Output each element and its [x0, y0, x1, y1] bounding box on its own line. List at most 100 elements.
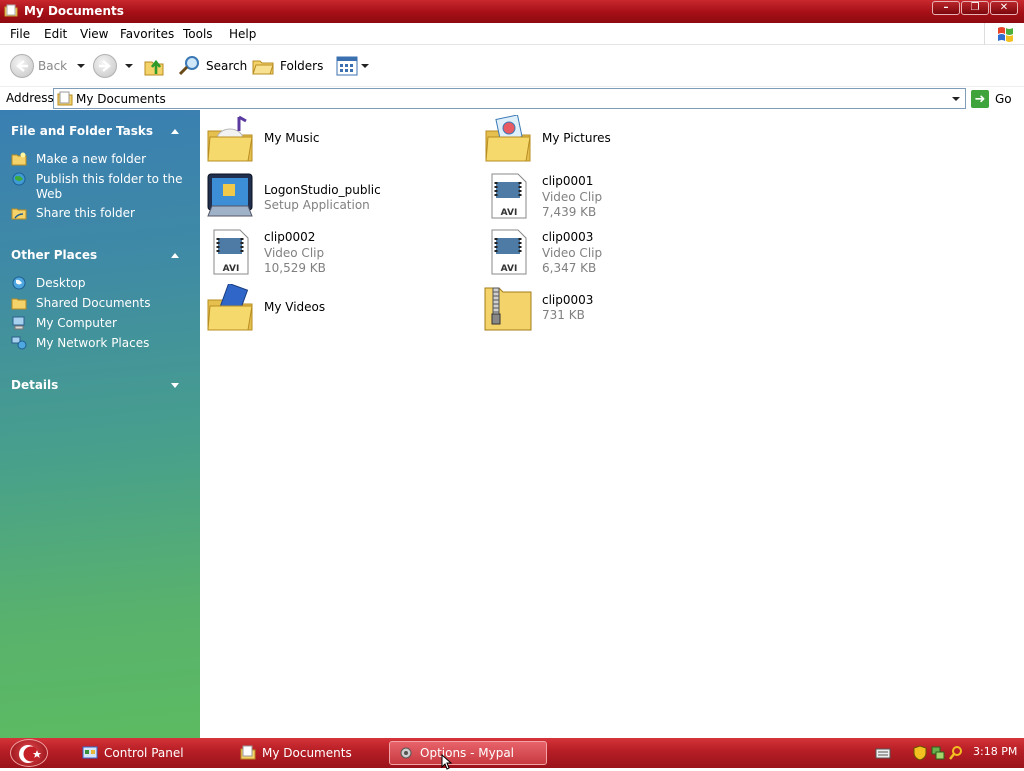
back-button[interactable]: Back [10, 54, 86, 78]
address-value: My Documents [76, 92, 166, 106]
title-bar[interactable]: My Documents – ❐ ✕ [0, 0, 1024, 23]
menu-tools[interactable]: Tools [183, 27, 213, 41]
file-name: LogonStudio_public [264, 183, 381, 197]
back-dropdown-icon[interactable] [77, 64, 86, 68]
my-network-places-link[interactable]: My Network Places [36, 336, 186, 351]
file-type: Video Clip [542, 246, 603, 260]
file-name: clip0003 [542, 293, 594, 307]
security-shield-icon[interactable] [913, 745, 927, 761]
file-name: My Pictures [542, 131, 611, 145]
windows-logo-icon [984, 23, 1024, 45]
publish-folder-link[interactable]: Publish this folder to the Web [36, 172, 186, 202]
shared-documents-link[interactable]: Shared Documents [36, 296, 186, 311]
address-label: Address [6, 91, 54, 105]
taskbar-control-panel[interactable]: Control Panel [74, 741, 224, 765]
file-size: 731 KB [542, 308, 585, 322]
collapse-chevron-icon[interactable] [171, 253, 179, 258]
window-title: My Documents [24, 4, 124, 18]
folders-icon [252, 60, 274, 75]
svg-text:AVI: AVI [501, 208, 518, 218]
other-places-heading[interactable]: Other Places [11, 248, 97, 262]
forward-button[interactable] [93, 54, 133, 78]
task-label: Control Panel [104, 746, 184, 760]
file-name: clip0001 [542, 174, 594, 188]
file-size: 6,347 KB [542, 261, 597, 275]
address-input[interactable]: My Documents [53, 88, 966, 109]
avi-file-icon: AVI [491, 173, 527, 219]
search-icon [178, 56, 199, 76]
my-computer-link[interactable]: My Computer [36, 316, 186, 331]
zip-folder-icon [484, 287, 532, 331]
taskbar-my-documents[interactable]: My Documents [232, 741, 382, 765]
file-size: 10,529 KB [264, 261, 326, 275]
start-button[interactable] [10, 739, 48, 767]
minimize-button[interactable]: – [932, 1, 960, 15]
file-name: My Music [264, 131, 320, 145]
search-button[interactable]: Search [178, 54, 247, 78]
close-button[interactable]: ✕ [990, 1, 1018, 15]
address-dropdown-icon[interactable] [949, 91, 963, 106]
views-icon [336, 56, 358, 76]
task-label: My Documents [262, 746, 352, 760]
address-bar: Address My Documents ➜ Go [0, 86, 1024, 110]
task-pane: File and Folder Tasks Make a new folder … [0, 110, 200, 738]
menu-view[interactable]: View [80, 27, 108, 41]
file-folder-tasks-heading[interactable]: File and Folder Tasks [11, 124, 153, 138]
views-dropdown-icon[interactable] [361, 64, 369, 68]
up-folder-icon [144, 59, 164, 76]
svg-text:AVI: AVI [223, 264, 240, 274]
share-folder-link[interactable]: Share this folder [36, 206, 186, 221]
folders-label: Folders [280, 59, 324, 73]
explorer-window: My Documents – ❐ ✕ File Edit View Favori… [0, 0, 1024, 738]
taskbar: Control Panel My Documents Options - Myp… [0, 738, 1024, 770]
menu-help[interactable]: Help [229, 27, 256, 41]
views-button[interactable] [336, 54, 369, 78]
file-size: 7,439 KB [542, 205, 597, 219]
go-button[interactable]: ➜ Go [971, 89, 1012, 109]
keyboard-icon[interactable] [875, 746, 891, 760]
up-folder-button[interactable] [143, 54, 165, 78]
menu-bar: File Edit View Favorites Tools Help [0, 23, 1024, 45]
folders-button[interactable]: Folders [252, 54, 323, 78]
publish-web-icon [12, 172, 26, 186]
forward-arrow-icon [93, 54, 117, 78]
go-label: Go [995, 92, 1012, 106]
file-type: Setup Application [264, 198, 370, 212]
music-folder-icon [207, 115, 253, 162]
my-documents-icon [57, 91, 73, 106]
clock[interactable]: 3:18 PM [973, 745, 1017, 758]
videos-folder-icon [207, 284, 253, 331]
share-folder-icon [11, 208, 27, 220]
search-label: Search [206, 59, 248, 73]
taskbar-options-mypal[interactable]: Options - Mypal [389, 741, 547, 765]
my-computer-icon [12, 316, 25, 330]
desktop-link[interactable]: Desktop [36, 276, 186, 291]
forward-dropdown-icon[interactable] [125, 64, 133, 68]
search-icon[interactable] [948, 745, 964, 761]
file-name: clip0003 [542, 230, 594, 244]
back-arrow-icon [10, 54, 34, 78]
collapse-chevron-icon[interactable] [171, 129, 179, 134]
menu-edit[interactable]: Edit [44, 27, 67, 41]
menu-file[interactable]: File [10, 27, 30, 41]
avi-file-icon: AVI [213, 229, 249, 275]
file-type: Video Clip [542, 190, 603, 204]
crescent-star-icon [19, 745, 42, 763]
my-documents-icon [240, 745, 256, 760]
expand-chevron-icon[interactable] [171, 383, 179, 388]
file-list: My Music My Pictures LogonStudio_public … [200, 110, 1024, 738]
maximize-button[interactable]: ❐ [961, 1, 989, 15]
gear-icon [400, 747, 412, 759]
menu-favorites[interactable]: Favorites [120, 27, 174, 41]
desktop-icon [12, 276, 26, 290]
file-name: My Videos [264, 300, 326, 314]
network-icon[interactable] [930, 745, 946, 761]
file-type: Video Clip [264, 246, 325, 260]
avi-file-icon: AVI [491, 229, 527, 275]
details-heading[interactable]: Details [11, 378, 58, 392]
control-panel-icon [82, 746, 98, 759]
setup-application-icon [207, 173, 253, 217]
task-label: Options - Mypal [420, 746, 515, 760]
make-new-folder-link[interactable]: Make a new folder [36, 152, 186, 167]
toolbar: Back Search Folders [0, 46, 1024, 86]
